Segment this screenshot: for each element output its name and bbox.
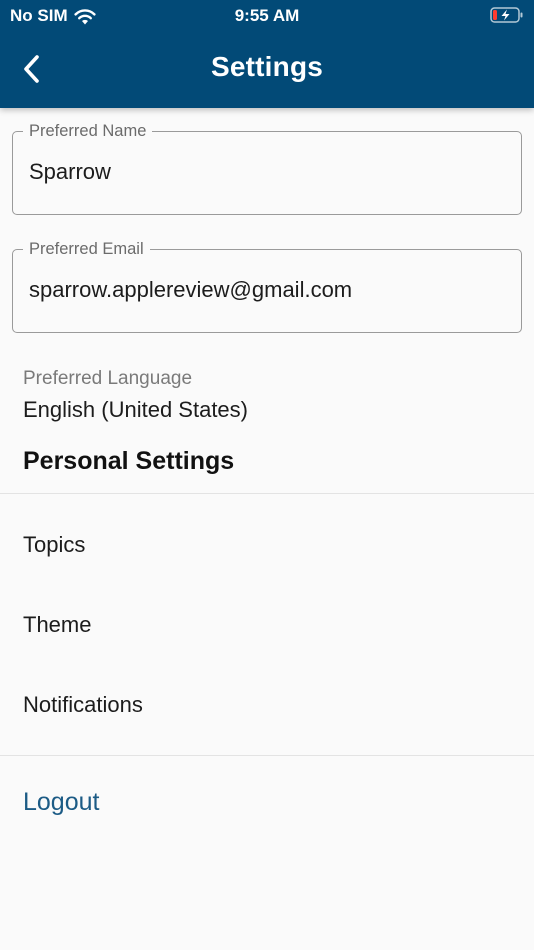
preferred-language-selector[interactable]: Preferred Language English (United State… [23, 368, 248, 423]
status-bar: No SIM 9:55 AM [0, 0, 534, 32]
preferred-name-input[interactable] [29, 159, 499, 185]
logout-button[interactable]: Logout [23, 788, 99, 817]
personal-settings-heading: Personal Settings [23, 447, 235, 475]
preferred-name-field[interactable]: Preferred Name [12, 121, 522, 215]
menu-item-label: Theme [23, 612, 92, 637]
divider [0, 755, 534, 756]
menu-item-label: Topics [23, 532, 86, 557]
app-header: No SIM 9:55 AM Settings [0, 0, 534, 108]
battery-charging-low-icon [490, 7, 523, 23]
preferred-language-value: English (United States) [23, 397, 248, 422]
preferred-language-label: Preferred Language [23, 368, 193, 389]
preferred-email-field[interactable]: Preferred Email [12, 239, 522, 333]
page-title: Settings [210, 51, 324, 82]
menu-item-theme[interactable]: Theme [0, 594, 534, 656]
menu-item-notifications[interactable]: Notifications [0, 674, 534, 736]
menu-item-topics[interactable]: Topics [0, 514, 534, 576]
nav-bar: Settings [0, 40, 534, 98]
preferred-email-label: Preferred Email [23, 239, 150, 259]
preferred-name-label: Preferred Name [23, 121, 153, 141]
divider [0, 493, 534, 494]
status-time: 9:55 AM [234, 6, 300, 25]
preferred-email-input[interactable] [29, 277, 499, 303]
menu-item-label: Notifications [23, 692, 143, 717]
